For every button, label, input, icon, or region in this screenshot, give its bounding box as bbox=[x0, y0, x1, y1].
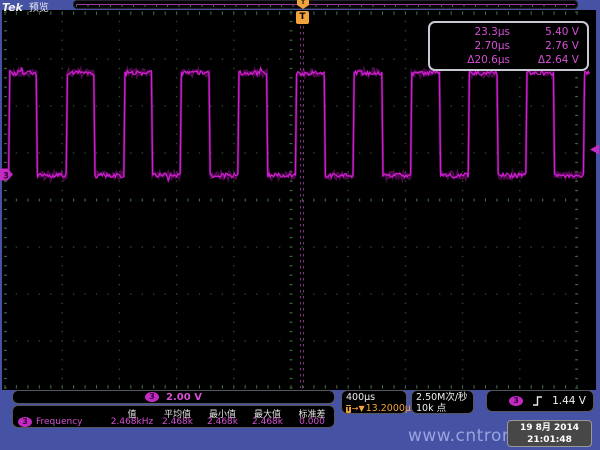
acquisition-readout: 2.50M次/秒 10k 点 bbox=[411, 390, 474, 414]
delay-arrow-icon: →▼ bbox=[352, 403, 365, 414]
acquisition-mode-label: 预览 bbox=[29, 3, 49, 14]
measurement-max: 2.468k bbox=[245, 417, 290, 427]
channel-3-badge: 3 bbox=[18, 417, 32, 427]
measurement-table: 值 平均值 最小值 最大值 标准差 3 Frequency 2.468kHz 2… bbox=[12, 405, 335, 428]
record-length: 10k 点 bbox=[416, 403, 473, 414]
cursor-b-volt: 2.76 V bbox=[518, 40, 587, 53]
sample-rate: 2.50M次/秒 bbox=[416, 392, 473, 403]
timebase-scale: 400μs bbox=[346, 392, 406, 403]
cursor-a-time: 23.3μs bbox=[430, 26, 518, 39]
measurement-stddev: 0.000 bbox=[290, 417, 334, 427]
time-value: 21:01:48 bbox=[508, 434, 591, 446]
overview-ticks bbox=[76, 4, 575, 7]
channel-scale-value: 2.00 V bbox=[166, 392, 202, 403]
brand-logo: Tek bbox=[2, 1, 23, 14]
timebase-delay-value: 13.2000μs bbox=[366, 403, 416, 414]
timebase-delay: T→▼13.2000μs bbox=[346, 403, 406, 414]
measurement-name: Frequency bbox=[36, 417, 83, 427]
datetime-box: 19 8月 2014 21:01:48 bbox=[507, 420, 592, 447]
svg-text:3: 3 bbox=[3, 172, 9, 182]
acquisition-overview-bar bbox=[73, 0, 578, 9]
cursor-readout-box: 23.3μs 5.40 V 2.70μs 2.76 V Δ20.6μs Δ2.6… bbox=[428, 21, 589, 71]
trigger-t-icon: T bbox=[346, 405, 351, 413]
timebase-readout: 400μs T→▼13.2000μs bbox=[341, 390, 407, 414]
trigger-level-value: 1.44 V bbox=[552, 395, 586, 407]
header-bar: Tek 预览 bbox=[2, 0, 49, 11]
measurement-mean: 2.468k bbox=[155, 417, 200, 427]
channel-3-badge: 3 bbox=[145, 392, 159, 402]
cursor-delta-volt: Δ2.64 V bbox=[518, 54, 587, 67]
rising-edge-icon bbox=[532, 395, 543, 407]
channel-3-badge: 3 bbox=[509, 396, 523, 406]
measurement-min: 2.468k bbox=[200, 417, 245, 427]
channel-scale-bar: 3 2.00 V bbox=[12, 390, 335, 404]
date-value: 19 8月 2014 bbox=[508, 422, 591, 434]
measurement-header-row: 值 平均值 最小值 最大值 标准差 bbox=[13, 407, 334, 417]
cursor-b-time: 2.70μs bbox=[430, 40, 518, 53]
cursor-delta-time: Δ20.6μs bbox=[430, 54, 518, 67]
trigger-readout: 3 1.44 V bbox=[486, 390, 594, 412]
cursor-a-volt: 5.40 V bbox=[518, 26, 587, 39]
trigger-t-icon: T bbox=[296, 11, 309, 24]
measurement-value: 2.468kHz bbox=[109, 417, 155, 427]
measurement-row-frequency: 3 Frequency 2.468kHz 2.468k 2.468k 2.468… bbox=[13, 417, 334, 427]
